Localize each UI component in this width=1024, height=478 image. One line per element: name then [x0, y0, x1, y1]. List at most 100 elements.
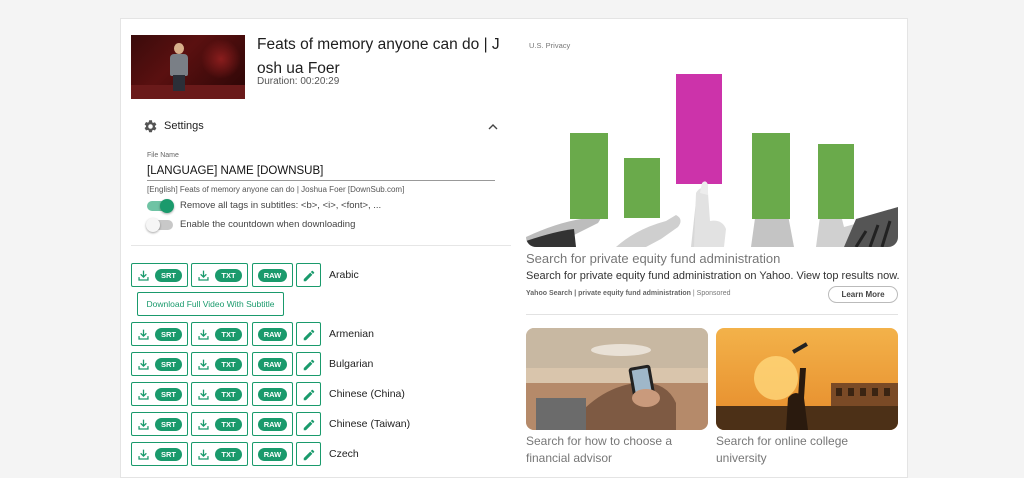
settings-label: Settings — [164, 120, 204, 132]
raw-label: RAW — [258, 358, 287, 371]
subtitle-language-row: SRT TXT RAW Chinese (China) — [131, 382, 511, 406]
raw-label: RAW — [258, 328, 287, 341]
chart-bar-5 — [818, 144, 854, 219]
ad-main-title[interactable]: Search for private equity fund administr… — [526, 251, 780, 266]
file-name-input[interactable] — [147, 162, 495, 181]
ad-tile-financial-title[interactable]: Search for how to choose a financial adv… — [526, 433, 708, 467]
raw-label: RAW — [258, 448, 287, 461]
download-srt-button[interactable]: SRT — [131, 263, 188, 287]
chart-bar-1 — [570, 133, 608, 219]
download-srt-button[interactable]: SRT — [131, 412, 188, 436]
download-icon — [197, 358, 210, 371]
gear-icon — [144, 120, 157, 133]
edit-subtitle-button[interactable] — [296, 442, 321, 466]
divider — [526, 314, 898, 315]
language-name: Czech — [329, 448, 359, 460]
txt-label: TXT — [215, 269, 242, 282]
language-name: Bulgarian — [329, 358, 374, 370]
download-raw-button[interactable]: RAW — [252, 382, 293, 406]
chevron-up-icon[interactable] — [487, 121, 499, 133]
subtitle-language-row: SRT TXT RAW Armenian — [131, 322, 511, 346]
countdown-label: Enable the countdown when downloading — [180, 219, 356, 230]
download-icon — [137, 358, 150, 371]
download-icon — [197, 448, 210, 461]
download-txt-button[interactable]: TXT — [191, 412, 248, 436]
txt-label: TXT — [215, 448, 242, 461]
download-icon — [137, 448, 150, 461]
txt-label: TXT — [215, 418, 242, 431]
download-icon — [137, 388, 150, 401]
file-name-label: File Name — [147, 152, 179, 159]
ad-tile-college-title[interactable]: Search for online college university — [716, 433, 898, 467]
srt-label: SRT — [155, 448, 182, 461]
video-duration: Duration: 00:20:29 — [257, 76, 340, 87]
download-txt-button[interactable]: TXT — [191, 442, 248, 466]
download-txt-button[interactable]: TXT — [191, 322, 248, 346]
language-name: Chinese (Taiwan) — [329, 418, 411, 430]
edit-subtitle-button[interactable] — [296, 263, 321, 287]
file-name-preview: [English] Feats of memory anyone can do … — [147, 185, 405, 194]
main-card: Feats of memory anyone can do | Josh ua … — [120, 18, 908, 478]
subtitle-language-row: SRT TXT RAW Arabic — [131, 263, 511, 287]
download-srt-button[interactable]: SRT — [131, 352, 188, 376]
download-icon — [137, 269, 150, 282]
download-raw-button[interactable]: RAW — [252, 412, 293, 436]
language-name: Chinese (China) — [329, 388, 405, 400]
pencil-icon — [302, 328, 316, 342]
language-name: Arabic — [329, 269, 359, 281]
pencil-icon — [302, 358, 316, 372]
remove-tags-toggle[interactable] — [147, 199, 174, 213]
ad-main-description[interactable]: Search for private equity fund administr… — [526, 270, 900, 282]
txt-label: TXT — [215, 388, 242, 401]
learn-more-button[interactable]: Learn More — [828, 286, 898, 303]
edit-subtitle-button[interactable] — [296, 412, 321, 436]
download-raw-button[interactable]: RAW — [252, 442, 293, 466]
pencil-icon — [302, 418, 316, 432]
pencil-icon — [302, 448, 316, 462]
ad-main-image[interactable] — [526, 61, 898, 247]
ad-main-source: Yahoo Search | private equity fund admin… — [526, 290, 731, 297]
txt-label: TXT — [215, 358, 242, 371]
srt-label: SRT — [155, 358, 182, 371]
settings-header[interactable]: Settings — [143, 119, 499, 135]
download-icon — [137, 418, 150, 431]
download-icon — [197, 328, 210, 341]
language-name: Armenian — [329, 328, 374, 340]
pencil-icon — [302, 269, 316, 283]
download-raw-button[interactable]: RAW — [252, 322, 293, 346]
raw-label: RAW — [258, 418, 287, 431]
subtitle-language-row: SRT TXT RAW Bulgarian — [131, 352, 511, 376]
raw-label: RAW — [258, 388, 287, 401]
download-icon — [137, 328, 150, 341]
txt-label: TXT — [215, 328, 242, 341]
download-full-video-button[interactable]: Download Full Video With Subtitle — [137, 292, 284, 316]
ad-tile-financial-image[interactable] — [526, 328, 708, 430]
divider — [131, 245, 511, 246]
edit-subtitle-button[interactable] — [296, 382, 321, 406]
download-raw-button[interactable]: RAW — [252, 352, 293, 376]
us-privacy-link[interactable]: U.S. Privacy — [529, 41, 570, 50]
download-txt-button[interactable]: TXT — [191, 352, 248, 376]
video-title: Feats of memory anyone can do | Josh ua … — [257, 36, 500, 77]
video-thumbnail[interactable] — [131, 35, 245, 99]
subtitle-language-row: SRT TXT RAW Chinese (Taiwan) — [131, 412, 511, 436]
srt-label: SRT — [155, 328, 182, 341]
ad-tile-college-image[interactable] — [716, 328, 898, 430]
download-icon — [197, 388, 210, 401]
download-srt-button[interactable]: SRT — [131, 322, 188, 346]
chart-bar-4 — [752, 133, 790, 219]
pencil-icon — [302, 388, 316, 402]
edit-subtitle-button[interactable] — [296, 322, 321, 346]
srt-label: SRT — [155, 418, 182, 431]
download-srt-button[interactable]: SRT — [131, 382, 188, 406]
remove-tags-label: Remove all tags in subtitles: <b>, <i>, … — [180, 200, 382, 211]
download-txt-button[interactable]: TXT — [191, 382, 248, 406]
download-txt-button[interactable]: TXT — [191, 263, 248, 287]
countdown-toggle[interactable] — [146, 218, 173, 232]
download-icon — [197, 269, 210, 282]
subtitle-language-row: SRT TXT RAW Czech — [131, 442, 511, 466]
edit-subtitle-button[interactable] — [296, 352, 321, 376]
download-srt-button[interactable]: SRT — [131, 442, 188, 466]
chart-bar-2 — [624, 158, 660, 218]
download-raw-button[interactable]: RAW — [252, 263, 293, 287]
